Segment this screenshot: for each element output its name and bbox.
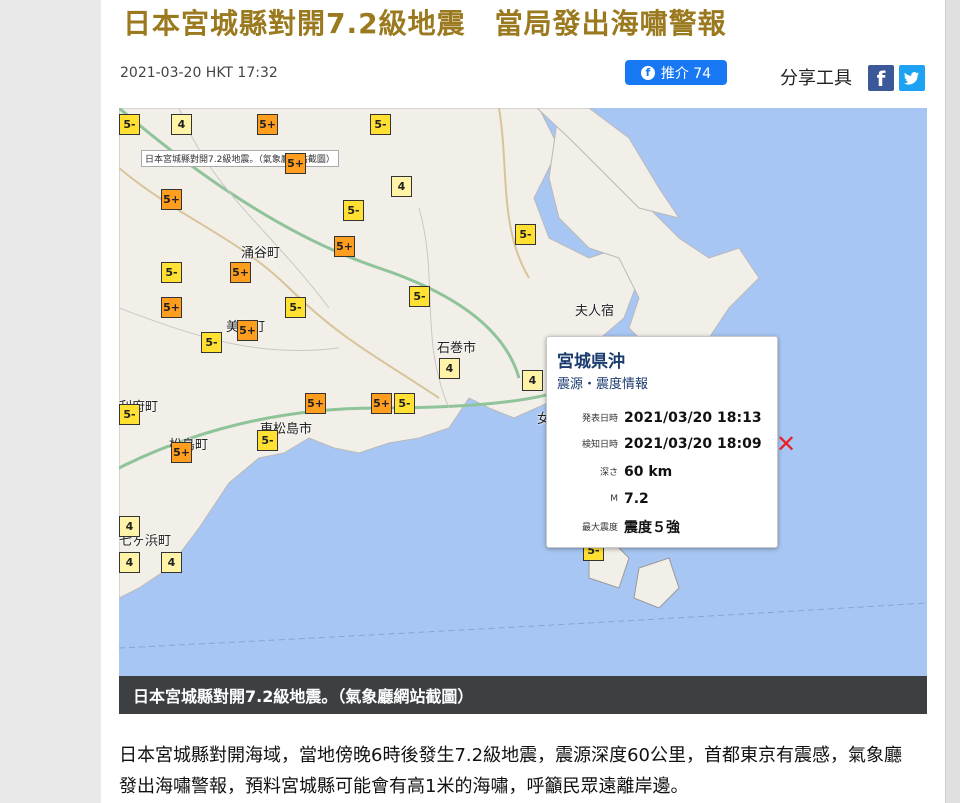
place-wakuya: 涌谷町	[241, 246, 281, 261]
intensity-marker[interactable]: 5-	[343, 200, 364, 221]
detect-row: 検知日時 2021/03/20 18:09	[555, 433, 775, 452]
intensity-marker[interactable]: 5+	[257, 114, 278, 135]
intensity-marker[interactable]: 4	[522, 370, 543, 391]
intensity-marker[interactable]: 5-	[370, 114, 391, 135]
max-intensity-value: 震度５強	[624, 519, 680, 536]
image-caption: 日本宮城縣對開7.2級地震。（氣象廳網站截圖）	[119, 676, 927, 714]
magnitude-row: M 7.2	[555, 488, 775, 507]
popup-title: 宮城県沖	[557, 352, 625, 372]
article-headline: 日本宮城縣對開7.2級地震 當局發出海嘯警報	[123, 7, 727, 40]
intensity-marker[interactable]: 5-	[394, 393, 415, 414]
announce-value: 2021/03/20 18:13	[624, 409, 762, 426]
intensity-marker[interactable]: 5-	[119, 114, 140, 135]
intensity-marker[interactable]: 5-	[409, 286, 430, 307]
intensity-marker[interactable]: 4	[161, 552, 182, 573]
epicenter-x-mark-icon[interactable]: ✕	[776, 430, 796, 458]
map-image-tag: 日本宮城縣對開7.2級地震。（氣象廳網站截圖）	[141, 150, 339, 167]
earthquake-map: 日本宮城縣對開7.2級地震。（氣象廳網站截圖） 涌谷町 美里町 石巻市 東松島市…	[119, 108, 927, 676]
intensity-marker[interactable]: 4	[119, 516, 140, 537]
intensity-marker[interactable]: 4	[391, 176, 412, 197]
depth-row: 深さ 60 km	[555, 461, 775, 480]
intensity-marker[interactable]: 5-	[285, 297, 306, 318]
intensity-marker[interactable]: 5-	[119, 404, 140, 425]
magnitude-label: M	[610, 493, 618, 504]
place-fujinshuku: 夫人宿	[575, 304, 615, 319]
article: 日本宮城縣對開7.2級地震 當局發出海嘯警報 2021-03-20 HKT 17…	[101, 0, 945, 803]
intensity-marker[interactable]: 4	[439, 358, 460, 379]
intensity-marker[interactable]: 5+	[171, 442, 192, 463]
intensity-marker[interactable]: 4	[171, 114, 192, 135]
facebook-icon[interactable]: f	[868, 65, 894, 91]
intensity-marker[interactable]: 5+	[334, 236, 355, 257]
intensity-marker[interactable]: 5-	[515, 224, 536, 245]
depth-value: 60 km	[624, 463, 673, 480]
intensity-marker[interactable]: 5-	[161, 262, 182, 283]
intensity-marker[interactable]: 5-	[201, 332, 222, 353]
intensity-marker[interactable]: 5+	[230, 262, 251, 283]
announce-label: 発表日時	[581, 414, 618, 424]
twitter-icon[interactable]	[899, 65, 925, 91]
page-scrollbar[interactable]	[945, 0, 960, 803]
depth-label: 深さ	[599, 468, 618, 478]
like-label: 推介 74	[660, 65, 712, 82]
max-intensity-row: 最大震度 震度５強	[555, 516, 775, 537]
intensity-marker[interactable]: 4	[119, 552, 140, 573]
article-date: 2021-03-20 HKT 17:32	[120, 65, 278, 81]
intensity-marker[interactable]: 5+	[285, 153, 306, 174]
earthquake-info-popup: 宮城県沖 震源・震度情報 発表日時 2021/03/20 18:13 検知日時 20…	[546, 336, 778, 548]
place-ishinomaki: 石巻市	[437, 341, 477, 356]
intensity-marker[interactable]: 5-	[257, 430, 278, 451]
share-label: 分享工具	[780, 68, 852, 89]
detect-value: 2021/03/20 18:09	[624, 435, 762, 452]
max-intensity-label: 最大震度	[581, 523, 618, 533]
detect-label: 検知日時	[581, 440, 618, 450]
magnitude-value: 7.2	[624, 490, 649, 507]
facebook-f-icon: f	[640, 65, 655, 80]
popup-subtitle: 震源・震度情報	[557, 377, 649, 392]
intensity-marker[interactable]: 5+	[237, 320, 258, 341]
intensity-marker[interactable]: 5+	[161, 189, 182, 210]
article-body: 日本宮城縣對開海域，當地傍晚6時後發生7.2級地震，震源深度60公里，首都東京有…	[119, 745, 902, 797]
intensity-marker[interactable]: 5+	[161, 297, 182, 318]
intensity-marker[interactable]: 5+	[371, 393, 392, 414]
like-button[interactable]: f 推介 74	[625, 60, 727, 85]
announce-row: 発表日時 2021/03/20 18:13	[555, 407, 775, 426]
intensity-marker[interactable]: 5+	[305, 393, 326, 414]
